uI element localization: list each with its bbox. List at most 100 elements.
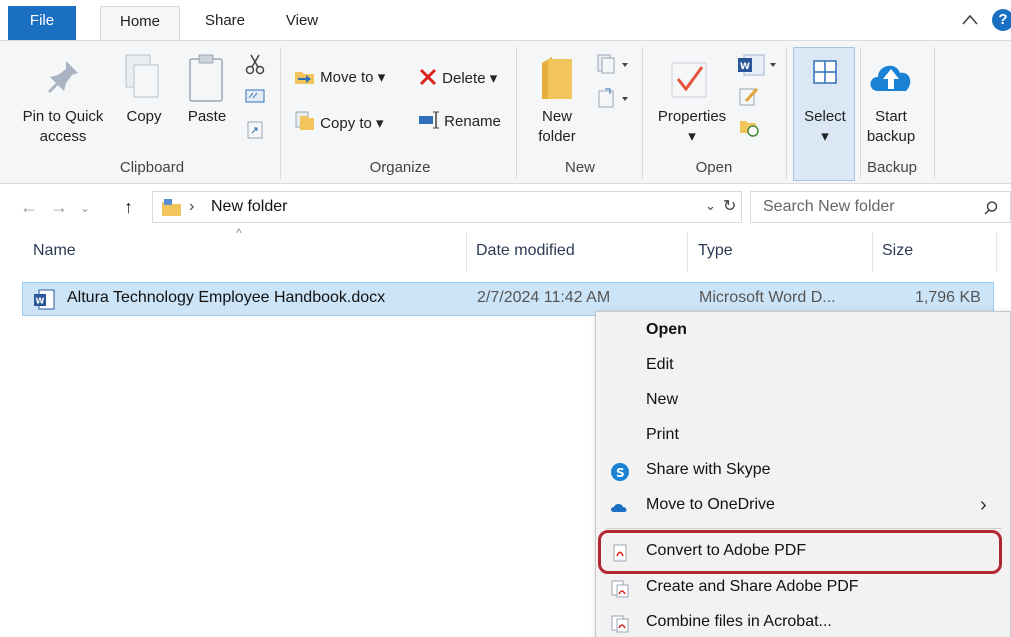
column-divider[interactable] xyxy=(466,232,467,272)
start-backup-label-line1: Start xyxy=(875,108,907,125)
delete-button[interactable]: Delete ▾ xyxy=(418,67,497,89)
column-header-size[interactable]: Size xyxy=(882,242,913,260)
copy-button[interactable]: Copy xyxy=(120,107,168,127)
open-with-word-icon[interactable]: W xyxy=(736,53,778,77)
group-label-organize: Organize xyxy=(369,159,431,176)
menu-item-move-to-onedrive[interactable]: Move to OneDrive › xyxy=(596,489,1011,523)
recent-locations-chevron-icon[interactable]: ⌄ xyxy=(80,201,90,215)
history-icon[interactable] xyxy=(738,115,760,137)
search-box[interactable]: Search New folder xyxy=(750,191,1011,223)
delete-icon xyxy=(419,68,437,86)
paste-shortcut-icon[interactable] xyxy=(246,119,264,139)
back-arrow-icon[interactable]: ← xyxy=(20,197,38,218)
delete-label: Delete xyxy=(442,70,486,87)
menu-item-edit[interactable]: Edit xyxy=(596,349,1011,383)
group-label-open: Open xyxy=(695,159,733,176)
properties-icon xyxy=(671,62,707,98)
svg-text:S: S xyxy=(616,466,625,480)
file-size: 1,796 KB xyxy=(915,289,981,306)
folder-icon xyxy=(162,199,181,216)
start-backup-label-line2: backup xyxy=(866,128,916,145)
column-header-name[interactable]: Name xyxy=(33,242,76,260)
start-backup-button[interactable]: Start backup xyxy=(862,107,920,147)
ribbon-separator xyxy=(934,47,935,179)
new-folder-icon xyxy=(542,57,572,99)
menu-item-label: Move to OneDrive xyxy=(646,496,775,513)
acrobat-combine-icon xyxy=(611,615,629,633)
menu-item-new[interactable]: New xyxy=(596,384,1011,418)
file-type: Microsoft Word D... xyxy=(699,289,836,306)
move-to-button[interactable]: Move to ▾ xyxy=(294,67,385,88)
group-label-new: New xyxy=(564,159,595,176)
new-folder-label-line2: folder xyxy=(538,128,576,145)
copy-to-icon xyxy=(295,111,314,130)
pin-label-line1: Pin to Quick xyxy=(22,108,104,125)
search-icon[interactable] xyxy=(983,200,999,216)
new-item-icon[interactable] xyxy=(596,53,630,75)
copy-path-icon[interactable] xyxy=(245,89,265,103)
up-arrow-icon[interactable]: ↑ xyxy=(124,197,133,218)
menu-item-open[interactable]: Open xyxy=(596,314,1011,348)
menu-item-label: Share with Skype xyxy=(646,461,771,478)
easy-access-icon[interactable] xyxy=(596,87,630,109)
menu-item-label: Print xyxy=(646,426,679,443)
move-to-icon xyxy=(295,72,314,84)
menu-item-label: Combine files in Acrobat... xyxy=(646,613,832,630)
tab-home[interactable]: Home xyxy=(100,6,180,41)
edit-icon[interactable] xyxy=(738,85,760,107)
cloud-upload-icon xyxy=(870,65,911,91)
ribbon-separator xyxy=(642,47,643,179)
sort-indicator-icon: ^ xyxy=(236,226,242,240)
menu-separator xyxy=(606,528,1002,529)
select-icon xyxy=(813,60,837,84)
file-date-modified: 2/7/2024 11:42 AM xyxy=(477,289,611,306)
tab-file[interactable]: File xyxy=(8,6,76,40)
breadcrumb-current-folder[interactable]: New folder xyxy=(211,198,287,216)
collapse-ribbon-icon[interactable] xyxy=(960,10,980,30)
cut-icon[interactable] xyxy=(244,53,266,75)
new-folder-button[interactable]: New folder xyxy=(528,107,586,147)
column-header-type[interactable]: Type xyxy=(698,242,733,260)
new-folder-label-line1: New xyxy=(541,108,572,125)
rename-button[interactable]: Rename xyxy=(418,111,501,132)
address-bar[interactable]: › New folder ⌄ ↻ xyxy=(152,191,742,223)
search-input[interactable]: Search New folder xyxy=(763,198,895,216)
submenu-chevron-icon: › xyxy=(980,494,987,516)
menu-item-combine-files-in-acrobat[interactable]: Combine files in Acrobat... xyxy=(596,606,1011,637)
context-menu: Open Edit New Print S Share with Skype M… xyxy=(595,311,1011,637)
svg-text:W: W xyxy=(36,297,45,306)
column-divider[interactable] xyxy=(872,232,873,272)
svg-text:W: W xyxy=(740,62,750,72)
menu-item-print[interactable]: Print xyxy=(596,419,1011,453)
ribbon-separator xyxy=(786,47,787,179)
paste-icon xyxy=(189,54,223,102)
pin-to-quick-access-button[interactable]: Pin to Quick access xyxy=(14,107,112,147)
copy-icon xyxy=(125,54,159,98)
menu-item-share-with-skype[interactable]: S Share with Skype xyxy=(596,454,1011,488)
tab-share[interactable]: Share xyxy=(190,6,260,40)
menu-item-label: Create and Share Adobe PDF xyxy=(646,578,859,595)
column-divider[interactable] xyxy=(996,232,997,272)
help-icon[interactable]: ? xyxy=(992,9,1011,31)
refresh-icon[interactable]: ↻ xyxy=(723,196,736,216)
adobe-pdf-share-icon xyxy=(611,580,629,598)
onedrive-cloud-icon xyxy=(611,504,627,512)
column-header-date[interactable]: Date modified xyxy=(476,242,575,260)
tab-view[interactable]: View xyxy=(272,6,332,40)
copy-to-button[interactable]: Copy to ▾ xyxy=(294,111,384,134)
group-label-backup: Backup xyxy=(866,159,918,176)
pin-label-line2: access xyxy=(39,128,87,145)
group-label-clipboard: Clipboard xyxy=(119,159,185,176)
forward-arrow-icon[interactable]: → xyxy=(50,197,68,218)
column-divider[interactable] xyxy=(687,232,688,272)
breadcrumb-chevron-icon[interactable]: › xyxy=(189,198,194,216)
select-label: Select xyxy=(804,108,846,125)
properties-button[interactable]: Properties ▾ xyxy=(646,107,738,147)
rename-label: Rename xyxy=(444,113,501,130)
select-button[interactable]: Select ▾ xyxy=(796,107,854,147)
menu-item-label: New xyxy=(646,391,679,408)
paste-button[interactable]: Paste xyxy=(182,107,232,127)
ribbon-separator xyxy=(516,47,517,179)
menu-item-create-and-share-adobe-pdf[interactable]: Create and Share Adobe PDF xyxy=(596,571,1011,605)
address-dropdown-icon[interactable]: ⌄ xyxy=(705,198,716,214)
